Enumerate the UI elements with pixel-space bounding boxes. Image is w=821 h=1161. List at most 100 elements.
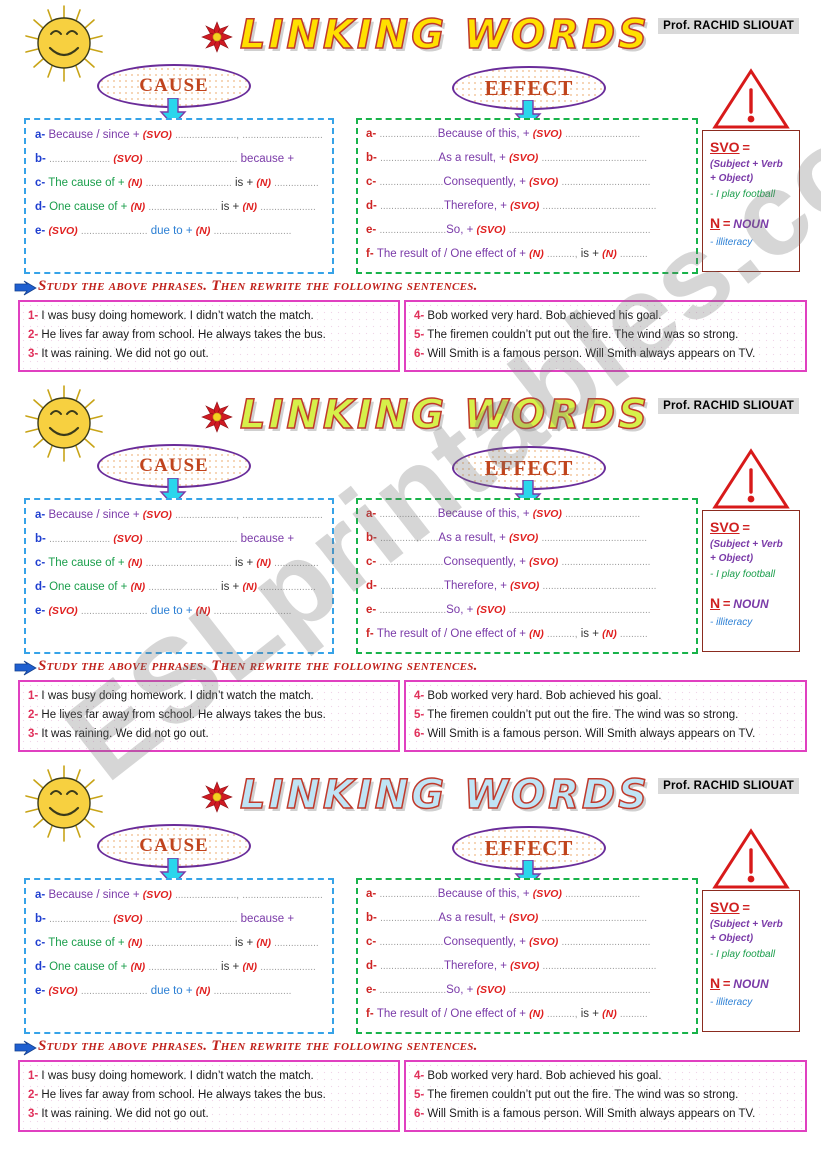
page-title: LINKING WORDS [239,11,650,59]
sentence-item: 1- I was busy doing homework. I didn’t w… [28,690,314,702]
instruction-text: Study the above phrases. Then rewrite th… [38,278,478,294]
legend-n-row: N = NOUN [710,595,769,611]
legend-svo-example: - I play football [710,569,776,580]
page-title: LINKING WORDS [239,771,650,819]
svo-legend-box: SVO = (Subject + Verb + Object) - I play fo… [702,890,800,1032]
legend-svo-expansion-2: + Object) [710,933,754,944]
effect-label-text: EFFECT [484,75,574,100]
effect-pattern-line: c- .......................Consequently, … [366,936,651,948]
effect-pattern-line: d- .......................Therefore, + (… [366,580,657,592]
cause-pattern-line: e- (SVO) ........................ due to… [35,605,292,617]
cause-patterns-box: a- Because / since + (SVO) .............… [24,878,334,1034]
legend-svo-expansion-2: + Object) [710,173,754,184]
effect-pattern-line: a- .....................Because of this,… [366,128,641,140]
effect-pattern-line: f- The result of / One effect of + (N) .… [366,248,648,260]
svo-legend-box: SVO = (Subject + Verb + Object) - I play fo… [702,510,800,652]
cause-label-text: CAUSE [139,835,209,856]
legend-n-example: - illiteracy [710,617,753,628]
red-flower-icon [200,20,234,54]
author-badge: Prof. RACHID SLIOUAT [658,18,799,34]
legend-n-row: N = NOUN [710,975,769,991]
cause-label-text: CAUSE [139,455,209,476]
sentences-box-left: 1- I was busy doing homework. I didn’t w… [18,680,400,752]
sentence-item: 4- Bob worked very hard. Bob achieved hi… [414,690,662,702]
sentence-item: 2- He lives far away from school. He alw… [28,329,326,341]
blue-arrow-bullet-icon [14,1040,38,1056]
sentence-item: 1- I was busy doing homework. I didn’t w… [28,310,314,322]
legend-n-row: N = NOUN [710,215,769,231]
sentences-box-left: 1- I was busy doing homework. I didn’t w… [18,1060,400,1132]
legend-svo-row: SVO = [710,519,750,535]
effect-patterns-box: a- .....................Because of this,… [356,498,698,654]
effect-patterns-box: a- .....................Because of this,… [356,878,698,1034]
sentences-box-right: 4- Bob worked very hard. Bob achieved hi… [404,300,807,372]
legend-svo-expansion-1: (Subject + Verb [710,919,783,930]
effect-label-text: EFFECT [484,455,574,480]
worksheet-copy: LINKING WORDS Prof. RACHID SLIOUAT CAUSE… [0,380,821,760]
sentences-box-right: 4- Bob worked very hard. Bob achieved hi… [404,1060,807,1132]
warning-triangle-icon [712,828,790,890]
legend-svo-expansion-2: + Object) [710,553,754,564]
sentence-item: 4- Bob worked very hard. Bob achieved hi… [414,310,662,322]
blue-arrow-bullet-icon [14,280,38,296]
sun-smiley-icon [18,384,110,462]
worksheet-copy: LINKING WORDS Prof. RACHID SLIOUAT CAUSE… [0,760,821,1140]
cause-pattern-line: c- The cause of + (N) ..................… [35,557,319,569]
sentence-item: 3- It was raining. We did not go out. [28,348,209,360]
cause-label-text: CAUSE [139,75,209,96]
warning-triangle-icon [712,68,790,130]
effect-pattern-line: a- .....................Because of this,… [366,888,641,900]
effect-pattern-line: b- .....................As a result, + (… [366,152,648,164]
red-flower-icon [200,400,234,434]
sentences-box-right: 4- Bob worked very hard. Bob achieved hi… [404,680,807,752]
legend-svo-expansion-1: (Subject + Verb [710,539,783,550]
instruction-text: Study the above phrases. Then rewrite th… [38,1038,478,1054]
cause-patterns-box: a- Because / since + (SVO) .............… [24,498,334,654]
effect-pattern-line: c- .......................Consequently, … [366,176,651,188]
sentence-item: 6- Will Smith is a famous person. Will S… [414,728,756,740]
sun-smiley-icon [18,764,110,842]
effect-pattern-line: e- ........................So, + (SVO) .… [366,224,651,236]
legend-svo-row: SVO = [710,899,750,915]
effect-pattern-line: f- The result of / One effect of + (N) .… [366,1008,648,1020]
sentence-item: 2- He lives far away from school. He alw… [28,709,326,721]
sentence-item: 5- The firemen couldn’t put out the fire… [414,329,739,341]
cause-pattern-line: c- The cause of + (N) ..................… [35,937,319,949]
worksheet-page: ESLprintables.com LINKING WORDS Prof. RA… [0,0,821,1161]
cause-pattern-line: b- ...................... (SVO) ........… [35,913,295,925]
cause-pattern-line: d- One cause of + (N) ..................… [35,961,316,973]
sentence-item: 3- It was raining. We did not go out. [28,1108,209,1120]
legend-svo-row: SVO = [710,139,750,155]
worksheet-copy: LINKING WORDS Prof. RACHID SLIOUAT CAUSE… [0,0,821,380]
sentence-item: 1- I was busy doing homework. I didn’t w… [28,1070,314,1082]
cause-pattern-line: d- One cause of + (N) ..................… [35,581,316,593]
author-badge: Prof. RACHID SLIOUAT [658,778,799,794]
cause-patterns-box: a- Because / since + (SVO) .............… [24,118,334,274]
cause-pattern-line: b- ...................... (SVO) ........… [35,533,295,545]
sentence-item: 6- Will Smith is a famous person. Will S… [414,348,756,360]
sun-smiley-icon [18,4,110,82]
legend-n-example: - illiteracy [710,997,753,1008]
effect-label-text: EFFECT [484,835,574,860]
page-title: LINKING WORDS [239,391,650,439]
legend-svo-example: - I play football [710,189,776,200]
effect-pattern-line: e- ........................So, + (SVO) .… [366,984,651,996]
cause-pattern-line: c- The cause of + (N) ..................… [35,177,319,189]
cause-pattern-line: a- Because / since + (SVO) .............… [35,889,323,901]
cause-pattern-line: a- Because / since + (SVO) .............… [35,129,323,141]
author-badge: Prof. RACHID SLIOUAT [658,398,799,414]
legend-svo-example: - I play football [710,949,776,960]
sentence-item: 2- He lives far away from school. He alw… [28,1089,326,1101]
effect-pattern-line: a- .....................Because of this,… [366,508,641,520]
cause-pattern-line: e- (SVO) ........................ due to… [35,985,292,997]
sentence-item: 3- It was raining. We did not go out. [28,728,209,740]
effect-pattern-line: d- .......................Therefore, + (… [366,960,657,972]
svo-legend-box: SVO = (Subject + Verb + Object) - I play fo… [702,130,800,272]
cause-pattern-line: d- One cause of + (N) ..................… [35,201,316,213]
sentence-item: 6- Will Smith is a famous person. Will S… [414,1108,756,1120]
effect-pattern-line: f- The result of / One effect of + (N) .… [366,628,648,640]
cause-pattern-line: e- (SVO) ........................ due to… [35,225,292,237]
cause-pattern-line: b- ...................... (SVO) ........… [35,153,295,165]
effect-pattern-line: d- .......................Therefore, + (… [366,200,657,212]
instruction-text: Study the above phrases. Then rewrite th… [38,658,478,674]
